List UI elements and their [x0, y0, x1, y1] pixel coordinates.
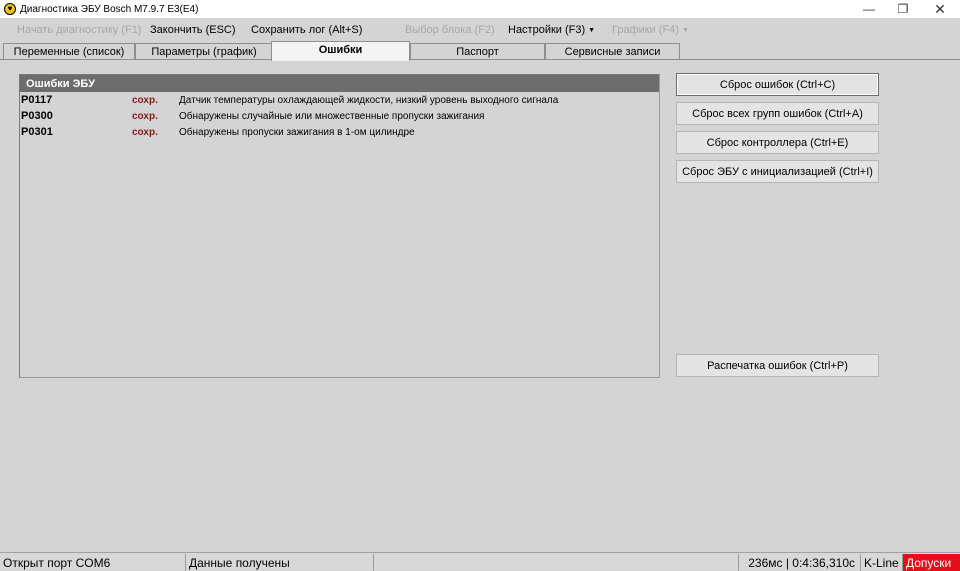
- menu-select-block-label: Выбор блока (F2): [405, 24, 495, 36]
- tab-divider: [0, 59, 960, 60]
- menu-select-block[interactable]: Выбор блока (F2): [405, 20, 495, 40]
- error-status: сохр.: [132, 126, 158, 138]
- status-tolerances-text: Допуски: [906, 555, 952, 570]
- reset-controller-label: Сброс контроллера (Ctrl+E): [706, 136, 849, 149]
- print-errors-button[interactable]: Распечатка ошибок (Ctrl+P): [676, 354, 879, 377]
- restore-button[interactable]: ❐: [886, 0, 920, 18]
- menu-bar: Начать диагностику (F1) Закончить (ESC) …: [0, 20, 960, 40]
- status-empty: [374, 554, 739, 571]
- tab-service-records-label: Сервисные записи: [564, 46, 661, 58]
- menu-settings-label: Настройки (F3): [508, 24, 586, 36]
- window-controls: — ❐ ✕: [852, 0, 960, 18]
- tab-errors-label: Ошибки: [318, 44, 363, 56]
- tab-passport[interactable]: Паспорт: [410, 43, 545, 60]
- chevron-down-icon: ▼: [681, 26, 689, 34]
- reset-errors-button[interactable]: Сброс ошибок (Ctrl+C): [676, 73, 879, 96]
- menu-start-diagnostics-label: Начать диагностику (F1): [17, 24, 142, 36]
- window-title: Диагностика ЭБУ Bosch M7.9.7 Е3(Е4): [20, 3, 199, 15]
- error-description: Датчик температуры охлаждающей жидкости,…: [179, 94, 559, 106]
- tab-passport-label: Паспорт: [456, 46, 499, 58]
- reset-ecu-init-label: Сброс ЭБУ с инициализацией (Ctrl+I): [682, 165, 873, 178]
- menu-charts-label: Графики (F4): [612, 24, 679, 36]
- tab-strip: Переменные (список) Параметры (график) О…: [0, 41, 960, 61]
- title-bar: ♥ Диагностика ЭБУ Bosch M7.9.7 Е3(Е4) — …: [0, 0, 960, 18]
- tab-errors[interactable]: Ошибки: [271, 41, 410, 61]
- status-port: Открыт порт COM6: [0, 554, 186, 571]
- reset-all-groups-button[interactable]: Сброс всех групп ошибок (Ctrl+A): [676, 102, 879, 125]
- reset-ecu-init-button[interactable]: Сброс ЭБУ с инициализацией (Ctrl+I): [676, 160, 879, 183]
- menu-charts[interactable]: Графики (F4) ▼: [612, 20, 689, 40]
- error-code: P0300: [21, 110, 53, 122]
- menu-start-diagnostics[interactable]: Начать диагностику (F1): [17, 20, 141, 40]
- minimize-button[interactable]: —: [852, 0, 886, 18]
- status-line-text: K-Line: [864, 555, 899, 570]
- error-row[interactable]: P0300 сохр. Обнаружены случайные или мно…: [20, 108, 659, 124]
- status-port-text: Открыт порт COM6: [3, 555, 111, 570]
- status-data: Данные получены: [186, 554, 374, 571]
- status-timing-text: 236мс | 0:4:36,310с: [748, 555, 855, 570]
- tab-variables-list[interactable]: Переменные (список): [3, 43, 135, 60]
- error-code: P0117: [21, 94, 53, 106]
- menu-finish-label: Закончить (ESC): [150, 24, 236, 36]
- close-button[interactable]: ✕: [920, 0, 960, 18]
- ecu-errors-panel: Ошибки ЭБУ P0117 сохр. Датчик температур…: [19, 74, 660, 378]
- error-status: сохр.: [132, 94, 158, 106]
- chevron-down-icon: ▼: [588, 26, 596, 34]
- reset-controller-button[interactable]: Сброс контроллера (Ctrl+E): [676, 131, 879, 154]
- error-row[interactable]: P0301 сохр. Обнаружены пропуски зажигани…: [20, 124, 659, 140]
- menu-settings[interactable]: Настройки (F3) ▼: [508, 20, 595, 40]
- error-status: сохр.: [132, 110, 158, 122]
- status-timing: 236мс | 0:4:36,310с: [739, 554, 861, 571]
- panel-title: Ошибки ЭБУ: [20, 75, 659, 92]
- tab-parameters-chart-label: Параметры (график): [151, 46, 257, 58]
- menu-finish[interactable]: Закончить (ESC): [150, 20, 236, 40]
- reset-errors-label: Сброс ошибок (Ctrl+C): [719, 78, 836, 91]
- error-description: Обнаружены случайные или множественные п…: [179, 110, 485, 122]
- status-tolerances-badge[interactable]: Допуски: [903, 554, 960, 571]
- reset-all-groups-label: Сброс всех групп ошибок (Ctrl+A): [692, 107, 863, 120]
- tab-parameters-chart[interactable]: Параметры (график): [135, 43, 273, 60]
- error-code: P0301: [21, 126, 53, 138]
- status-line: K-Line: [861, 554, 903, 571]
- error-row[interactable]: P0117 сохр. Датчик температуры охлаждающ…: [20, 92, 659, 108]
- print-errors-label: Распечатка ошибок (Ctrl+P): [707, 359, 848, 372]
- tab-variables-list-label: Переменные (список): [13, 46, 125, 58]
- tab-service-records[interactable]: Сервисные записи: [545, 43, 680, 60]
- menu-save-log-label: Сохранить лог (Alt+S): [251, 24, 363, 36]
- status-data-text: Данные получены: [189, 555, 290, 570]
- error-description: Обнаружены пропуски зажигания в 1-ом цил…: [179, 126, 415, 138]
- status-bar: Открыт порт COM6 Данные получены 236мс |…: [0, 552, 960, 571]
- app-logo-icon: ♥: [4, 3, 16, 15]
- menu-save-log[interactable]: Сохранить лог (Alt+S): [251, 20, 362, 40]
